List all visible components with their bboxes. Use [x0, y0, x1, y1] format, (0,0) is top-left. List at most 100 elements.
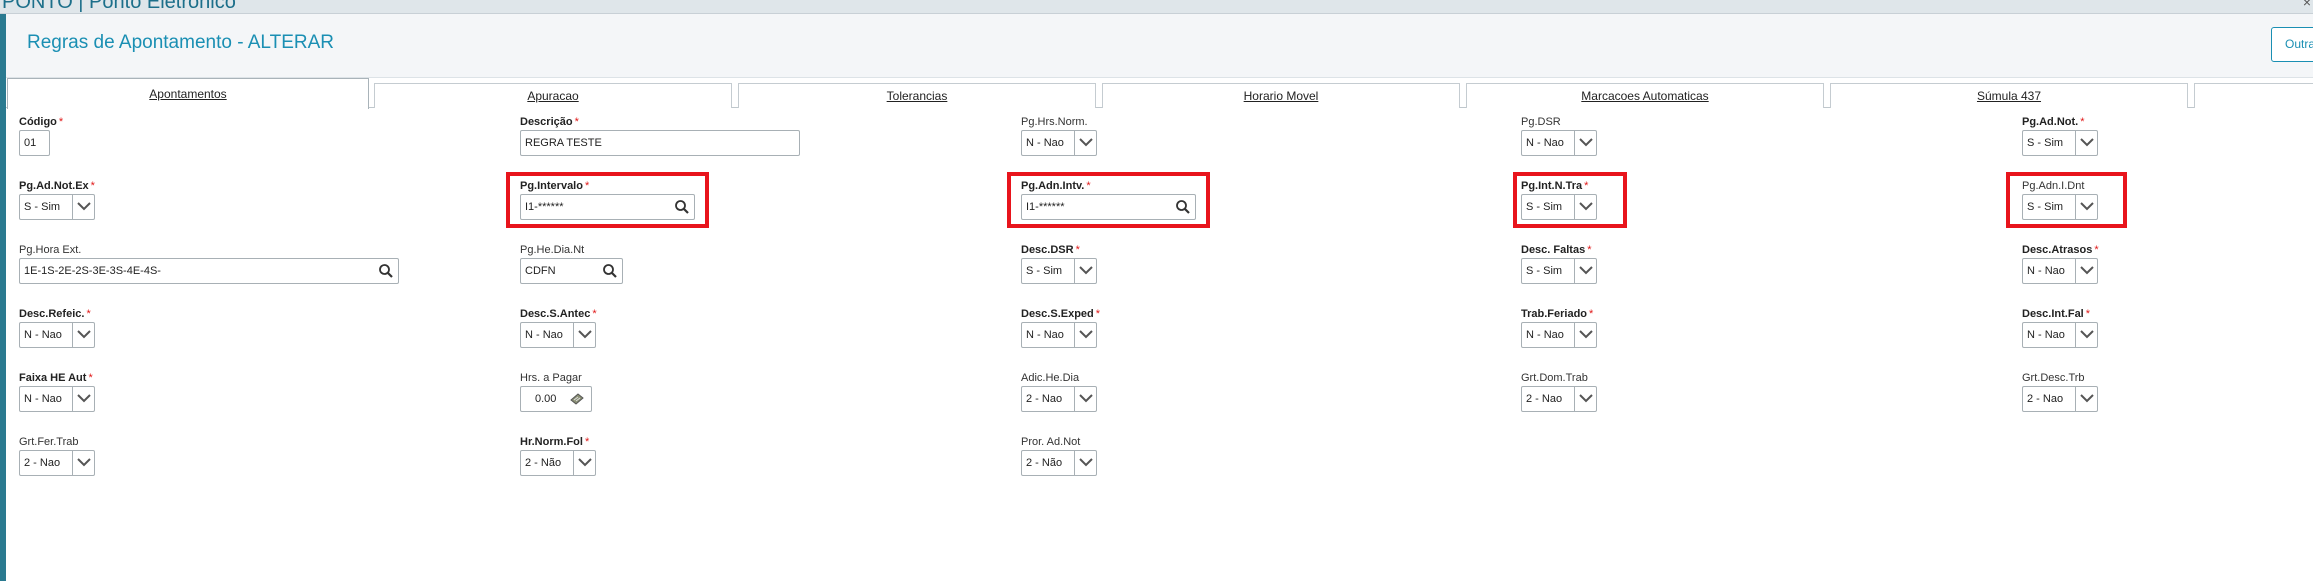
pg-int-n-tra-select[interactable]: S - Sim [1521, 194, 1597, 220]
chevron-down-icon[interactable] [72, 387, 94, 411]
pg-ad-not-ex-select[interactable]: S - Sim [19, 194, 95, 220]
trab-feriado-select[interactable]: N - Nao [1521, 322, 1597, 348]
chevron-down-icon[interactable] [1074, 387, 1096, 411]
chevron-down-icon[interactable] [2075, 387, 2097, 411]
chevron-down-icon[interactable] [1574, 195, 1596, 219]
grt-fer-trab-label: Grt.Fer.Trab [19, 436, 79, 448]
desc-atrasos-value: N - Nao [2027, 265, 2065, 277]
chevron-down-icon[interactable] [1074, 259, 1096, 283]
codigo-input[interactable]: 01 [19, 130, 50, 156]
chevron-down-icon[interactable] [1574, 259, 1596, 283]
pg-adn-i-dnt-select[interactable]: S - Sim [2022, 194, 2098, 220]
hrs-a-pagar-label: Hrs. a Pagar [520, 372, 582, 384]
desc-dsr-value: S - Sim [1026, 265, 1063, 277]
hr-norm-fol-select[interactable]: 2 - Não [520, 450, 596, 476]
tab-apontamentos[interactable]: Apontamentos [7, 78, 369, 109]
chevron-down-icon[interactable] [573, 323, 595, 347]
required-marker: * [2085, 308, 2091, 320]
adic-he-dia-label: Adic.He.Dia [1021, 372, 1080, 384]
grt-fer-trab-select[interactable]: 2 - Nao [19, 450, 95, 476]
pg-hora-ext-input[interactable]: 1E-1S-2E-2S-3E-3S-4E-4S- [19, 258, 399, 284]
chevron-down-icon[interactable] [2075, 323, 2097, 347]
tab-more[interactable] [2194, 83, 2313, 108]
pg-adn-i-dnt-value: S - Sim [2027, 201, 2064, 213]
search-icon[interactable] [1175, 199, 1191, 215]
desc-s-antec-select[interactable]: N - Nao [520, 322, 596, 348]
required-marker: * [90, 180, 95, 192]
pg-adn-intv-input[interactable]: I1-****** [1021, 194, 1196, 220]
required-marker: * [2094, 244, 2099, 256]
faixa-he-aut-select[interactable]: N - Nao [19, 386, 95, 412]
tab-tolerancias[interactable]: Tolerancias [738, 83, 1096, 108]
pg-ad-not-select[interactable]: S - Sim [2022, 130, 2098, 156]
search-icon[interactable] [602, 263, 618, 279]
pg-dsr-value: N - Nao [1526, 137, 1564, 149]
desc-s-exped-label: Desc.S.Exped [1021, 308, 1094, 320]
codigo-label: Código [19, 116, 57, 128]
chevron-down-icon[interactable] [2075, 259, 2097, 283]
required-marker: * [1584, 180, 1589, 192]
pg-hrs-norm-select[interactable]: N - Nao [1021, 130, 1097, 156]
window-title: PONTO | Ponto Eletrônico [2, 0, 236, 13]
hrs-a-pagar-input[interactable]: 0.00 [520, 386, 592, 412]
chevron-down-icon[interactable] [1074, 323, 1096, 347]
adic-he-dia-select[interactable]: 2 - Nao [1021, 386, 1097, 412]
window-title-bar: PONTO | Ponto Eletrônico × [0, 0, 2313, 14]
desc-refeic-value: N - Nao [24, 329, 62, 341]
pg-intervalo-label: Pg.Intervalo [520, 180, 583, 192]
search-icon[interactable] [674, 199, 690, 215]
desc-int-fal-select[interactable]: N - Nao [2022, 322, 2098, 348]
chevron-down-icon[interactable] [1074, 131, 1096, 155]
pg-ad-not-ex-label: Pg.Ad.Not.Ex [19, 180, 89, 192]
desc-faltas-label: Desc. Faltas [1521, 244, 1586, 256]
descricao-label: Descrição [520, 116, 573, 128]
chevron-down-icon[interactable] [2075, 195, 2097, 219]
hrs-a-pagar-value: 0.00 [535, 393, 557, 405]
tab-marcacoes-automaticas[interactable]: Marcacoes Automaticas [1466, 83, 1824, 108]
desc-faltas-select[interactable]: S - Sim [1521, 258, 1597, 284]
other-actions-button[interactable]: Outras Ações [2271, 27, 2313, 62]
desc-s-antec-value: N - Nao [525, 329, 563, 341]
chevron-down-icon[interactable] [1574, 387, 1596, 411]
close-icon[interactable]: × [2303, 0, 2311, 10]
pror-ad-not-select[interactable]: 2 - Não [1021, 450, 1097, 476]
chevron-down-icon[interactable] [573, 451, 595, 475]
chevron-down-icon[interactable] [72, 323, 94, 347]
desc-refeic-select[interactable]: N - Nao [19, 322, 95, 348]
required-marker: * [2080, 116, 2085, 128]
search-icon[interactable] [378, 263, 394, 279]
pg-intervalo-input[interactable]: I1-****** [520, 194, 695, 220]
desc-dsr-select[interactable]: S - Sim [1021, 258, 1097, 284]
grt-desc-trb-select[interactable]: 2 - Nao [2022, 386, 2098, 412]
page-title: Regras de Apontamento - ALTERAR [27, 32, 334, 53]
calculator-icon[interactable] [569, 392, 585, 406]
grt-dom-trab-select[interactable]: 2 - Nao [1521, 386, 1597, 412]
descricao-input[interactable]: REGRA TESTE [520, 130, 800, 156]
required-marker: * [86, 308, 91, 320]
grt-desc-trb-value: 2 - Nao [2027, 393, 2064, 405]
chevron-down-icon[interactable] [1574, 131, 1596, 155]
desc-s-exped-select[interactable]: N - Nao [1021, 322, 1097, 348]
pg-adn-intv-label: Pg.Adn.Intv. [1021, 180, 1085, 192]
pg-int-n-tra-value: S - Sim [1526, 201, 1563, 213]
chevron-down-icon[interactable] [1574, 323, 1596, 347]
hr-norm-fol-value: 2 - Não [525, 457, 562, 469]
pg-hora-ext-value: 1E-1S-2E-2S-3E-3S-4E-4S- [24, 265, 161, 277]
faixa-he-aut-value: N - Nao [24, 393, 62, 405]
tab-horario-movel[interactable]: Horario Movel [1102, 83, 1460, 108]
pg-adn-intv-value: I1-****** [1026, 201, 1065, 213]
pg-dsr-select[interactable]: N - Nao [1521, 130, 1597, 156]
chevron-down-icon[interactable] [72, 451, 94, 475]
chevron-down-icon[interactable] [2075, 131, 2097, 155]
tab-apuracao[interactable]: Apuracao [374, 83, 732, 108]
pror-ad-not-label: Pror. Ad.Not [1021, 436, 1081, 448]
chevron-down-icon[interactable] [1074, 451, 1096, 475]
required-marker: * [1086, 180, 1091, 192]
tab-sumula-437[interactable]: Súmula 437 [1830, 83, 2188, 108]
pg-he-dia-nt-input[interactable]: CDFN [520, 258, 623, 284]
pg-he-dia-nt-label: Pg.He.Dia.Nt [520, 244, 585, 256]
required-marker: * [1587, 244, 1592, 256]
pg-he-dia-nt-value: CDFN [525, 265, 556, 277]
desc-atrasos-select[interactable]: N - Nao [2022, 258, 2098, 284]
chevron-down-icon[interactable] [72, 195, 94, 219]
